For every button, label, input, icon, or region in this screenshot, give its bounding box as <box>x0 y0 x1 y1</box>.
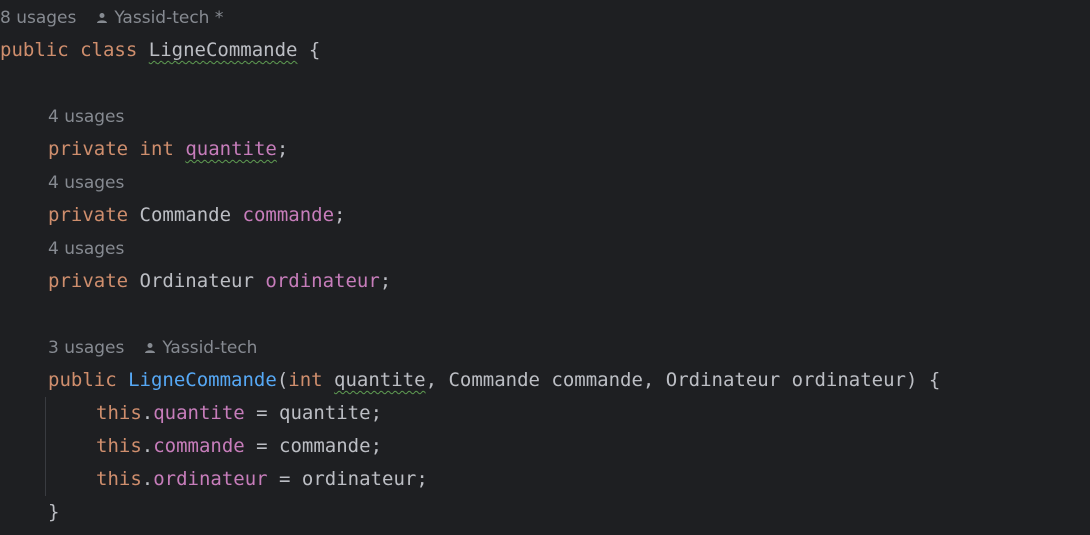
field-ref-quantite[interactable]: quantite <box>153 402 245 424</box>
keyword-class: class <box>80 39 138 61</box>
brace-close: } <box>48 501 60 523</box>
indent-guide <box>45 397 46 496</box>
keyword-this: this <box>96 402 142 424</box>
keyword-private: private <box>48 138 129 160</box>
type-ordinateur[interactable]: Ordinateur <box>140 270 254 292</box>
ordinateur-inlay-hint: 4 usages <box>48 233 124 266</box>
field-ref-ordinateur[interactable]: ordinateur <box>153 468 267 490</box>
usages-link[interactable]: 3 usages <box>48 338 124 358</box>
code-line-constructor-decl: public LigneCommande(int quantite, Comma… <box>48 364 940 397</box>
field-name-ordinateur[interactable]: ordinateur <box>265 270 379 292</box>
constructor-name[interactable]: LigneCommande <box>128 369 277 391</box>
author-link[interactable]: Yassid-tech * <box>114 8 223 28</box>
code-editor[interactable]: 8 usages Yassid-tech * public class Ligne… <box>0 0 1090 535</box>
keyword-int: int <box>139 138 174 160</box>
semicolon: ; <box>276 138 289 160</box>
type-commande[interactable]: Commande <box>140 204 232 226</box>
param-list-rest: , Commande commande, Ordinateur ordinate… <box>425 369 941 391</box>
constructor-inlay-hint: 3 usages Yassid-tech <box>48 332 257 365</box>
brace-open: { <box>297 39 321 61</box>
field-name-quantite[interactable]: quantite <box>185 138 277 160</box>
keyword-public: public <box>48 369 117 391</box>
code-line-field-quantite: private int quantite; <box>48 133 288 166</box>
class-inlay-hint: 8 usages Yassid-tech * <box>0 2 223 35</box>
dot: . <box>141 435 154 457</box>
code-line-assign-commande: this.commande = commande; <box>96 430 382 463</box>
param-quantite[interactable]: quantite <box>334 369 426 391</box>
assignment-rhs: = quantite; <box>244 402 383 424</box>
usages-link[interactable]: 8 usages <box>0 8 76 28</box>
person-icon <box>145 343 156 353</box>
code-line-field-ordinateur: private Ordinateur ordinateur; <box>48 265 391 298</box>
code-line-assign-quantite: this.quantite = quantite; <box>96 397 382 430</box>
keyword-this: this <box>96 435 142 457</box>
person-icon <box>97 13 108 23</box>
code-line-assign-ordinateur: this.ordinateur = ordinateur; <box>96 463 428 496</box>
code-line-constructor-close: } <box>48 496 59 529</box>
dot: . <box>141 402 154 424</box>
author-link[interactable]: Yassid-tech <box>162 338 257 358</box>
usages-link[interactable]: 4 usages <box>48 173 124 193</box>
field-ref-commande[interactable]: commande <box>153 435 245 457</box>
semicolon: ; <box>334 204 346 226</box>
keyword-private: private <box>48 204 129 226</box>
keyword-public: public <box>0 39 69 61</box>
commande-inlay-hint: 4 usages <box>48 167 124 200</box>
usages-link[interactable]: 4 usages <box>48 107 124 127</box>
paren-open: ( <box>276 369 289 391</box>
dot: . <box>141 468 154 490</box>
code-line-field-commande: private Commande commande; <box>48 199 345 232</box>
quantite-inlay-hint: 4 usages <box>48 101 124 134</box>
assignment-rhs: = commande; <box>244 435 383 457</box>
keyword-this: this <box>96 468 142 490</box>
code-line-class-decl: public class LigneCommande { <box>0 34 320 67</box>
assignment-rhs: = ordinateur; <box>267 468 428 490</box>
class-name[interactable]: LigneCommande <box>149 39 298 61</box>
keyword-int: int <box>288 369 323 391</box>
semicolon: ; <box>379 270 392 292</box>
keyword-private: private <box>48 270 129 292</box>
field-name-commande[interactable]: commande <box>243 204 335 226</box>
usages-link[interactable]: 4 usages <box>48 239 124 259</box>
